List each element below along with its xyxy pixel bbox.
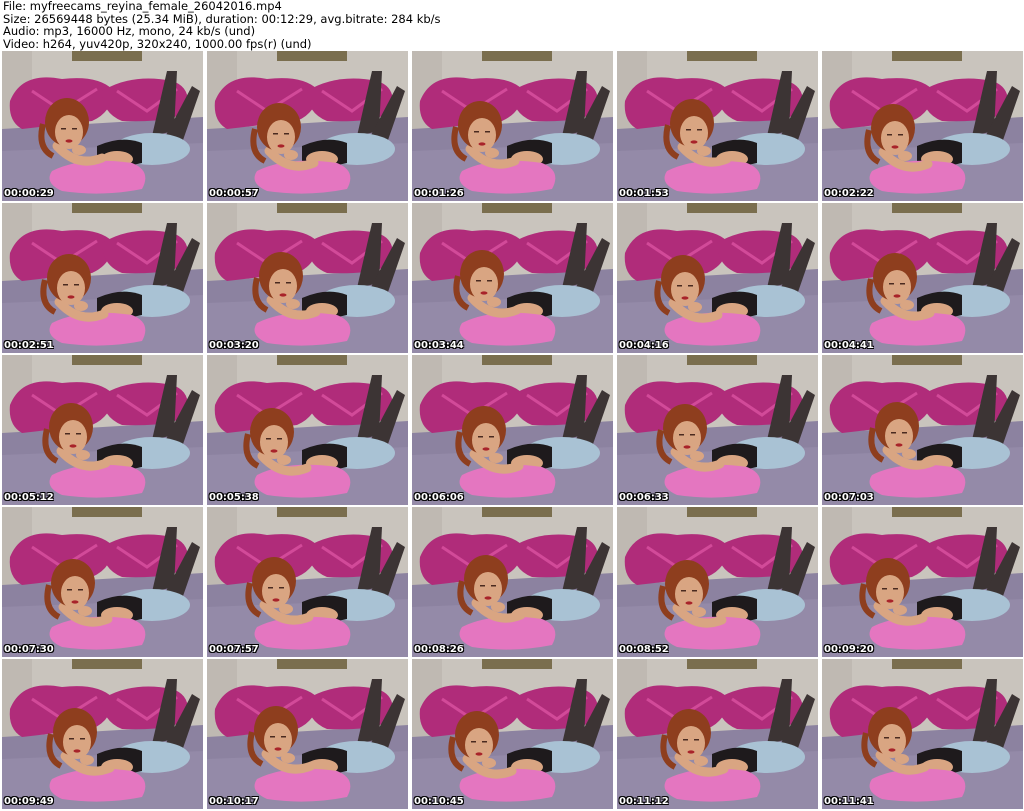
thumbnail-frame: 00:05:12 bbox=[2, 355, 203, 505]
video-frame-image bbox=[207, 355, 408, 505]
frame-timestamp: 00:03:20 bbox=[209, 340, 259, 351]
thumbnail-frame: 00:07:30 bbox=[2, 507, 203, 657]
frame-timestamp: 00:08:26 bbox=[414, 644, 464, 655]
frame-timestamp: 00:05:12 bbox=[4, 492, 54, 503]
video-frame-image bbox=[822, 51, 1023, 201]
thumbnail-frame: 00:04:41 bbox=[822, 203, 1023, 353]
video-frame-image bbox=[617, 355, 818, 505]
thumbnail-frame: 00:07:57 bbox=[207, 507, 408, 657]
frame-timestamp: 00:00:29 bbox=[4, 188, 54, 199]
thumbnail-frame: 00:01:53 bbox=[617, 51, 818, 201]
thumbnail-frame: 00:10:17 bbox=[207, 659, 408, 809]
frame-timestamp: 00:03:44 bbox=[414, 340, 464, 351]
thumbnail-frame: 00:06:33 bbox=[617, 355, 818, 505]
frame-timestamp: 00:00:57 bbox=[209, 188, 259, 199]
frame-timestamp: 00:02:22 bbox=[824, 188, 874, 199]
frame-timestamp: 00:09:49 bbox=[4, 796, 54, 807]
frame-timestamp: 00:07:30 bbox=[4, 644, 54, 655]
frame-timestamp: 00:10:17 bbox=[209, 796, 259, 807]
file-name-line: File: myfreecams_reyina_female_26042016.… bbox=[3, 0, 282, 13]
thumbnail-grid: 00:00:29 00:00:57 00:01:26 00:01:53 00:02:22… bbox=[2, 51, 1023, 810]
video-frame-image bbox=[207, 203, 408, 353]
thumbnail-frame: 00:02:51 bbox=[2, 203, 203, 353]
video-frame-image bbox=[617, 51, 818, 201]
video-frame-image bbox=[412, 659, 613, 809]
file-info-header: File: myfreecams_reyina_female_26042016.… bbox=[0, 0, 1024, 50]
thumbnail-frame: 00:08:52 bbox=[617, 507, 818, 657]
frame-timestamp: 00:04:41 bbox=[824, 340, 874, 351]
thumbnail-frame: 00:00:57 bbox=[207, 51, 408, 201]
video-frame-image bbox=[207, 507, 408, 657]
frame-timestamp: 00:02:51 bbox=[4, 340, 54, 351]
frame-timestamp: 00:09:20 bbox=[824, 644, 874, 655]
thumbnail-frame: 00:07:03 bbox=[822, 355, 1023, 505]
frame-timestamp: 00:05:38 bbox=[209, 492, 259, 503]
frame-timestamp: 00:04:16 bbox=[619, 340, 669, 351]
video-frame-image bbox=[2, 355, 203, 505]
thumbnail-frame: 00:09:20 bbox=[822, 507, 1023, 657]
thumbnail-frame: 00:01:26 bbox=[412, 51, 613, 201]
frame-timestamp: 00:07:57 bbox=[209, 644, 259, 655]
frame-timestamp: 00:08:52 bbox=[619, 644, 669, 655]
thumbnail-frame: 00:04:16 bbox=[617, 203, 818, 353]
video-frame-image bbox=[412, 203, 613, 353]
video-frame-image bbox=[2, 507, 203, 657]
video-frame-image bbox=[207, 659, 408, 809]
frame-timestamp: 00:07:03 bbox=[824, 492, 874, 503]
frame-timestamp: 00:11:12 bbox=[619, 796, 669, 807]
video-frame-image bbox=[207, 51, 408, 201]
thumbnail-frame: 00:11:41 bbox=[822, 659, 1023, 809]
video-frame-image bbox=[2, 51, 203, 201]
video-frame-image bbox=[412, 507, 613, 657]
frame-timestamp: 00:06:33 bbox=[619, 492, 669, 503]
frame-timestamp: 00:01:53 bbox=[619, 188, 669, 199]
thumbnail-frame: 00:00:29 bbox=[2, 51, 203, 201]
frame-timestamp: 00:11:41 bbox=[824, 796, 874, 807]
video-frame-image bbox=[822, 203, 1023, 353]
thumbnail-frame: 00:03:20 bbox=[207, 203, 408, 353]
video-frame-image bbox=[822, 507, 1023, 657]
frame-timestamp: 00:01:26 bbox=[414, 188, 464, 199]
video-frame-image bbox=[2, 659, 203, 809]
video-frame-image bbox=[2, 203, 203, 353]
video-frame-image bbox=[617, 507, 818, 657]
video-frame-image bbox=[822, 355, 1023, 505]
audio-info-line: Audio: mp3, 16000 Hz, mono, 24 kb/s (und… bbox=[3, 24, 256, 38]
video-frame-image bbox=[822, 659, 1023, 809]
thumbnail-frame: 00:08:26 bbox=[412, 507, 613, 657]
thumbnail-frame: 00:11:12 bbox=[617, 659, 818, 809]
thumbnail-frame: 00:02:22 bbox=[822, 51, 1023, 201]
frame-timestamp: 00:10:45 bbox=[414, 796, 464, 807]
video-frame-image bbox=[617, 659, 818, 809]
video-frame-image bbox=[412, 51, 613, 201]
thumbnail-frame: 00:10:45 bbox=[412, 659, 613, 809]
thumbnail-frame: 00:09:49 bbox=[2, 659, 203, 809]
thumbnail-frame: 00:05:38 bbox=[207, 355, 408, 505]
thumbnail-frame: 00:06:06 bbox=[412, 355, 613, 505]
video-frame-image bbox=[617, 203, 818, 353]
video-frame-image bbox=[412, 355, 613, 505]
frame-timestamp: 00:06:06 bbox=[414, 492, 464, 503]
video-info-line: Video: h264, yuv420p, 320x240, 1000.00 f… bbox=[3, 36, 312, 51]
thumbnail-frame: 00:03:44 bbox=[412, 203, 613, 353]
